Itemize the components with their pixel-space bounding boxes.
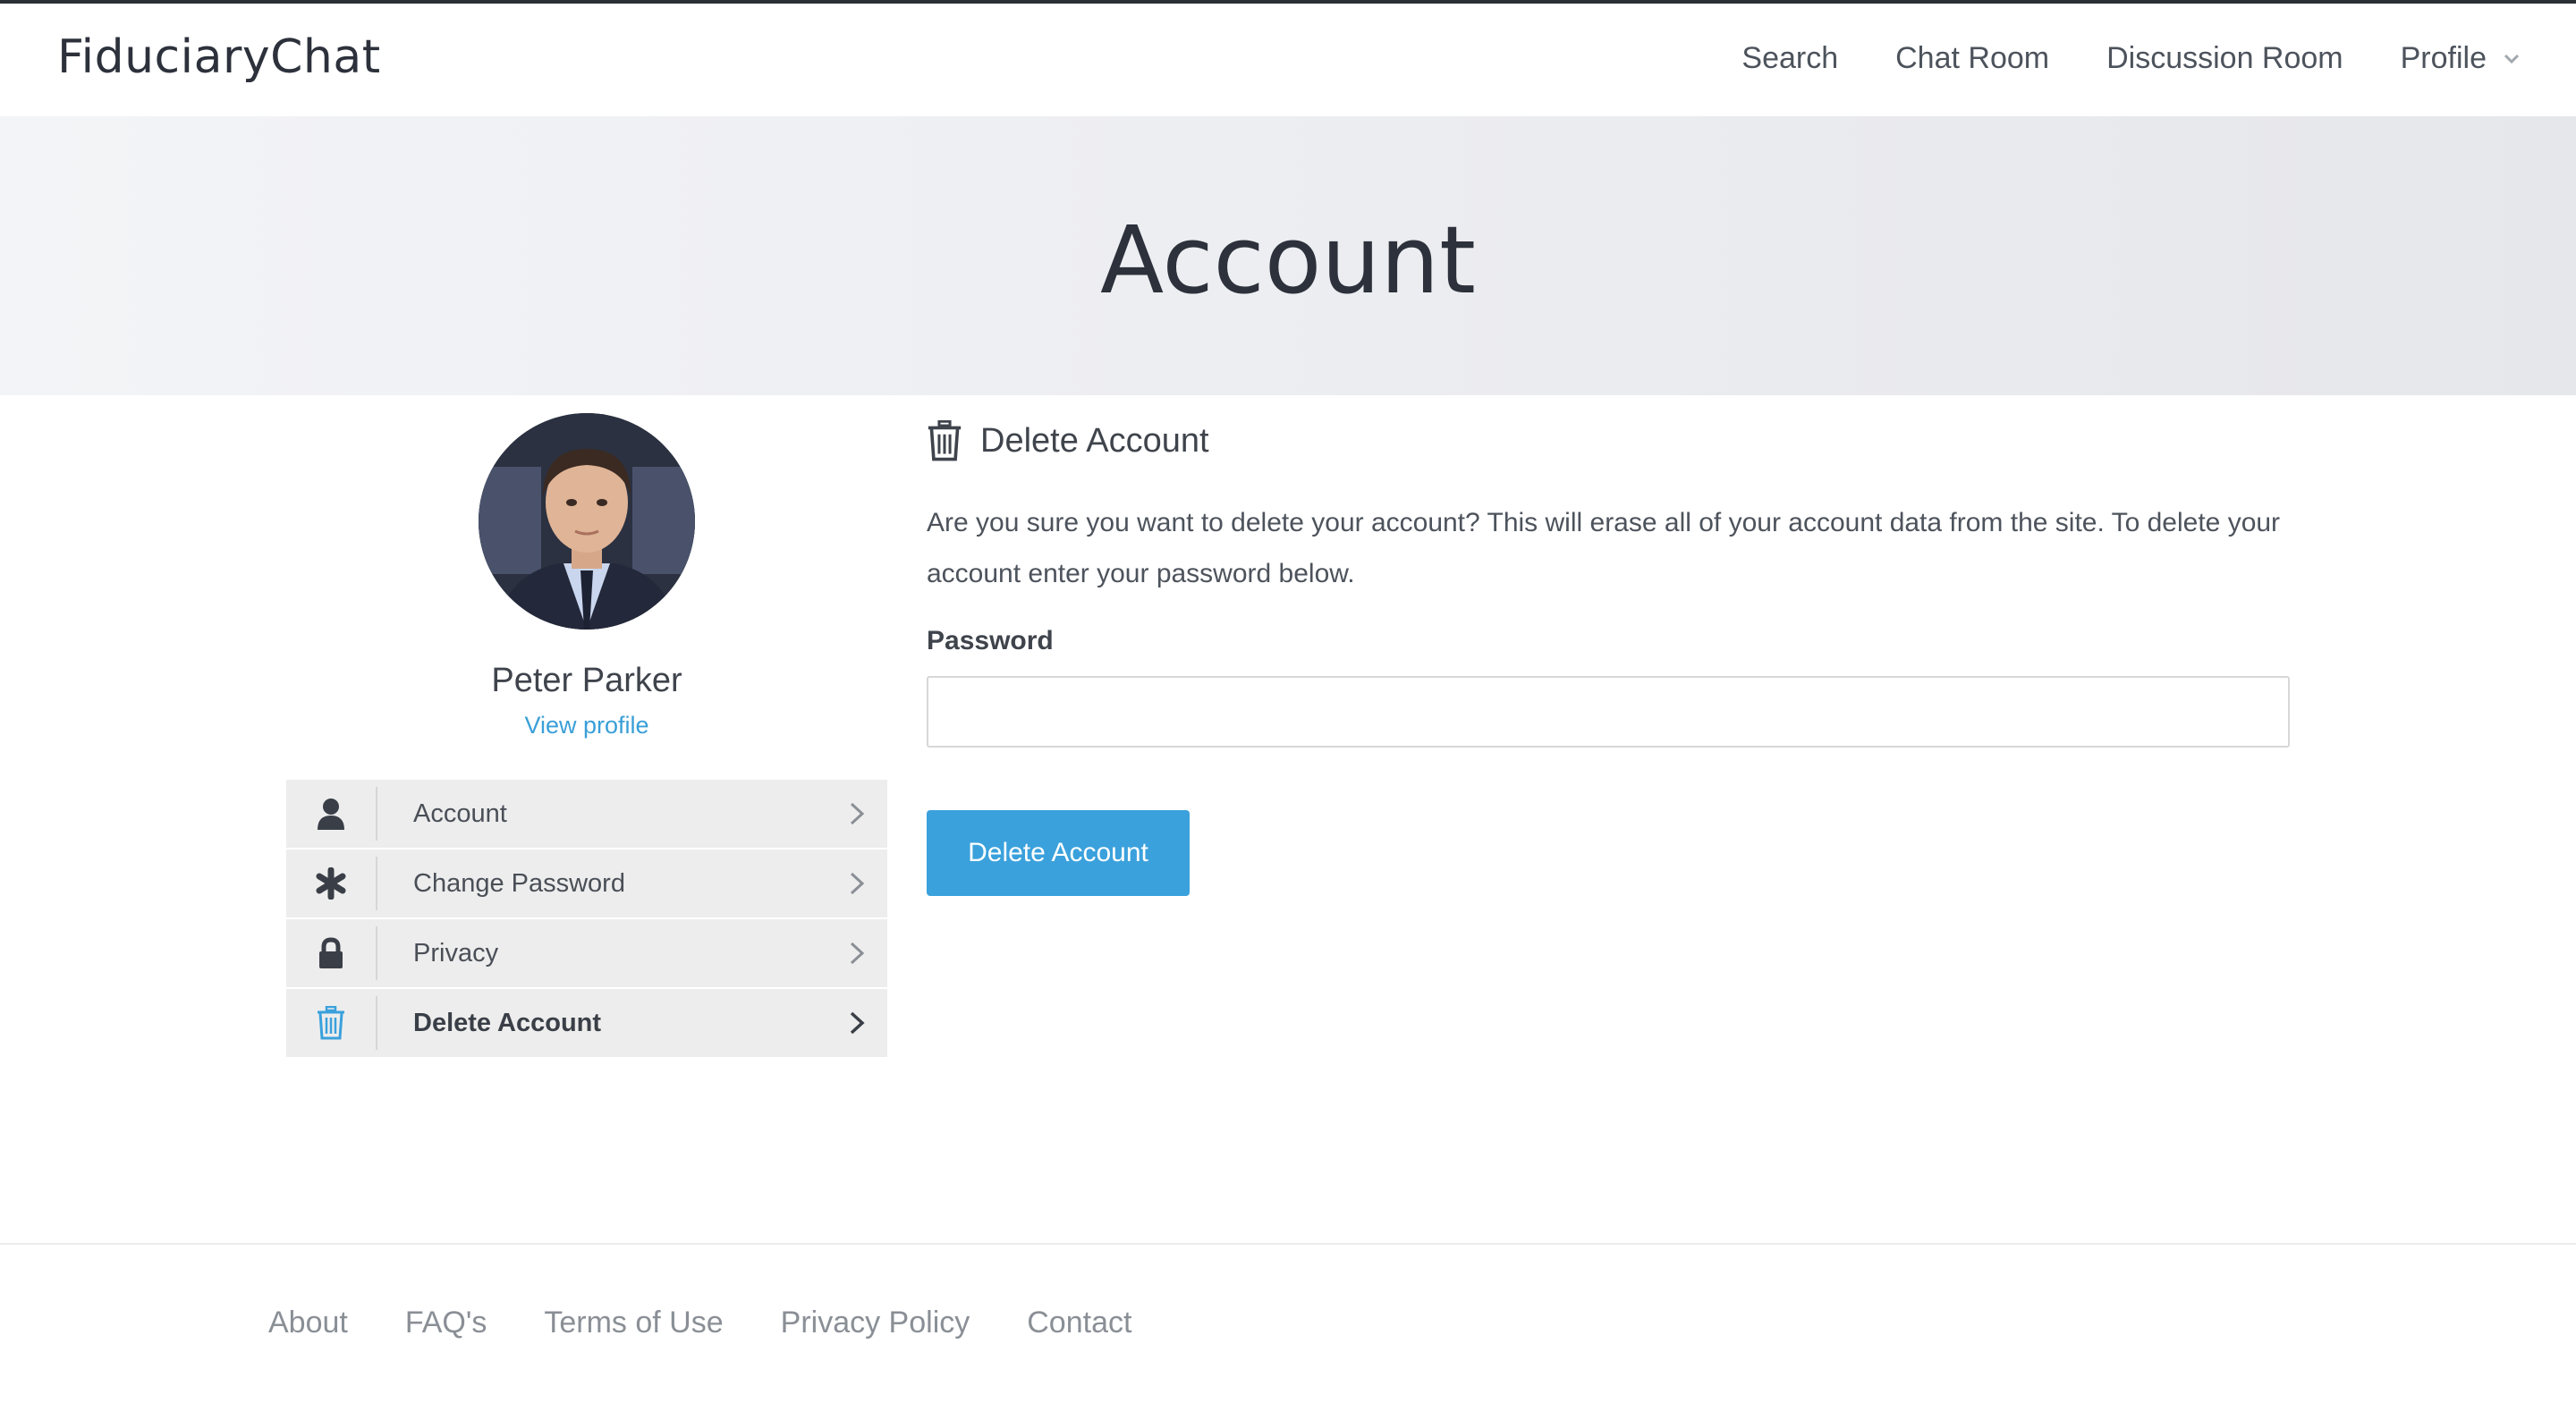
footer-divider — [0, 1243, 2576, 1245]
page-header: Account — [0, 116, 2576, 395]
nav-profile-label: Profile — [2400, 41, 2487, 75]
delete-warning-text: Are you sure you want to delete your acc… — [927, 508, 2281, 588]
section-title: Delete Account — [980, 421, 1209, 460]
menu-divider — [376, 787, 377, 841]
trash-icon — [928, 420, 962, 461]
lock-icon — [286, 919, 376, 987]
delete-account-button[interactable]: Delete Account — [927, 810, 1190, 896]
footer-link-about[interactable]: About — [268, 1306, 348, 1340]
sidebar-item-delete-account[interactable]: Delete Account — [286, 989, 887, 1057]
trash-icon — [286, 989, 376, 1057]
sidebar-item-label: Account — [413, 799, 507, 828]
asterisk-icon — [286, 849, 376, 917]
nav-profile-dropdown[interactable]: Profile — [2401, 41, 2521, 76]
chevron-right-icon — [850, 872, 865, 895]
section-header: Delete Account — [927, 420, 1209, 461]
footer-link-privacy-policy[interactable]: Privacy Policy — [781, 1306, 970, 1340]
footer: About FAQ's Terms of Use Privacy Policy … — [268, 1306, 1189, 1340]
main-nav: Search Chat Room Discussion Room Profile — [1741, 41, 2521, 76]
brand-logo[interactable]: FiduciaryChat — [57, 30, 381, 84]
nav-chat-room[interactable]: Chat Room — [1895, 41, 2049, 76]
nav-discussion-room[interactable]: Discussion Room — [2106, 41, 2343, 76]
menu-divider — [376, 857, 377, 910]
sidebar-item-label: Privacy — [413, 938, 499, 968]
menu-divider — [376, 996, 377, 1050]
user-name: Peter Parker — [491, 662, 682, 699]
sidebar-item-label: Delete Account — [413, 1008, 602, 1037]
account-sidebar: Account Change Password Privacy Delete A… — [286, 780, 887, 1059]
user-icon — [286, 780, 376, 848]
page-title: Account — [1100, 206, 1476, 315]
password-label: Password — [927, 626, 1054, 655]
chevron-right-icon — [850, 1011, 865, 1035]
sidebar-item-account[interactable]: Account — [286, 780, 887, 848]
sidebar-item-label: Change Password — [413, 868, 625, 898]
password-input[interactable] — [927, 676, 2290, 748]
view-profile-link[interactable]: View profile — [286, 712, 887, 740]
nav-search[interactable]: Search — [1741, 41, 1838, 76]
sidebar-item-change-password[interactable]: Change Password — [286, 849, 887, 917]
avatar-image — [479, 413, 695, 630]
chevron-right-icon — [850, 802, 865, 825]
chevron-right-icon — [850, 942, 865, 965]
menu-divider — [376, 926, 377, 980]
footer-link-faqs[interactable]: FAQ's — [405, 1306, 487, 1340]
footer-link-contact[interactable]: Contact — [1027, 1306, 1131, 1340]
footer-link-terms[interactable]: Terms of Use — [544, 1306, 723, 1340]
avatar — [479, 413, 695, 630]
chevron-down-icon — [2504, 54, 2520, 63]
navbar: FiduciaryChat Search Chat Room Discussio… — [0, 4, 2576, 116]
sidebar-item-privacy[interactable]: Privacy — [286, 919, 887, 987]
